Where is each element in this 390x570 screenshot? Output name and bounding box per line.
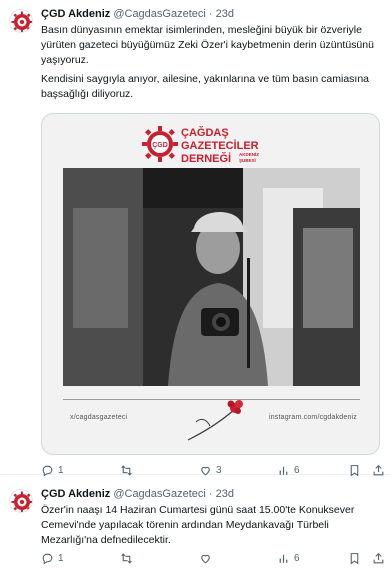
like-button[interactable]: 3 xyxy=(199,463,222,477)
media-footer-x: x/cagdasgazeteci xyxy=(70,414,128,421)
reply-button[interactable]: 1 xyxy=(41,463,64,477)
like-icon xyxy=(201,554,210,563)
tweet-header: ÇGD Akdeniz @CagdasGazeteci · 23d xyxy=(41,488,234,500)
retweet-button[interactable] xyxy=(120,551,137,565)
bookmark-button[interactable] xyxy=(348,551,361,565)
tweet[interactable]: ÇGD Akdeniz @CagdasGazeteci · 23d Özer'i… xyxy=(0,485,390,570)
logo-text-line3: DERNEĞİ xyxy=(181,152,231,165)
media-footer-instagram: instagram.com/cgdakdeniz xyxy=(268,414,357,421)
logo-text-line1: ÇAĞDAŞ xyxy=(181,126,229,139)
separator: · xyxy=(208,8,213,20)
display-name[interactable]: ÇGD Akdeniz xyxy=(41,8,110,20)
retweet-button[interactable] xyxy=(120,463,137,477)
tweet[interactable]: ÇGD Akdeniz @CagdasGazeteci · 23d Basın … xyxy=(0,0,390,477)
tweet-text: Kendisini saygıyla anıyor, ailesine, yak… xyxy=(41,73,370,100)
timestamp[interactable]: 23d xyxy=(216,8,234,20)
bookmark-icon xyxy=(350,552,359,564)
views-count: 6 xyxy=(294,552,300,564)
separator: · xyxy=(208,488,213,500)
views-count: 6 xyxy=(294,464,300,476)
memorial-photo xyxy=(63,168,360,386)
handle[interactable]: @CagdasGazeteci xyxy=(113,8,206,20)
retweet-icon xyxy=(121,464,132,476)
share-button[interactable] xyxy=(372,551,385,565)
bookmark-button[interactable] xyxy=(348,463,361,477)
bookmark-icon xyxy=(350,464,359,476)
views-button[interactable]: 6 xyxy=(277,463,300,477)
avatar[interactable] xyxy=(9,489,33,513)
media-image[interactable]: ÇGD ÇAĞDAŞ GAZETECİLER DERNEĞİ AKDENİZ Ş… xyxy=(41,113,380,455)
tweet-text: Basın dünyasının emektar isimlerinden, m… xyxy=(41,24,374,66)
timestamp[interactable]: 23d xyxy=(216,488,234,500)
logo-branch-line2: ŞUBESİ xyxy=(239,157,256,163)
reply-button[interactable]: 1 xyxy=(41,551,64,565)
cgd-logo: ÇGD ÇAĞDAŞ GAZETECİLER DERNEĞİ AKDENİZ Ş… xyxy=(142,126,259,165)
tweet-text: Özer'in naaşı 14 Haziran Cumartesi günü … xyxy=(41,504,355,546)
reply-icon xyxy=(42,465,53,476)
share-button[interactable] xyxy=(372,463,385,477)
avatar[interactable] xyxy=(9,9,33,33)
tweet-header: ÇGD Akdeniz @CagdasGazeteci · 23d xyxy=(41,8,234,20)
views-button[interactable]: 6 xyxy=(277,551,300,565)
carnation-icon xyxy=(187,400,243,441)
share-icon xyxy=(373,552,384,563)
retweet-icon xyxy=(121,552,132,564)
action-bar: 1 6 xyxy=(41,551,386,565)
share-icon xyxy=(373,464,384,475)
views-icon xyxy=(279,554,288,563)
views-icon xyxy=(279,466,288,475)
like-icon xyxy=(201,466,210,475)
reply-count: 1 xyxy=(58,552,64,564)
logo-seal-text: ÇGD xyxy=(152,142,168,149)
handle[interactable]: @CagdasGazeteci xyxy=(113,488,206,500)
like-button[interactable] xyxy=(199,551,216,565)
logo-text-line2: GAZETECİLER xyxy=(181,139,259,152)
display-name[interactable]: ÇGD Akdeniz xyxy=(41,488,110,500)
action-bar: 1 3 6 xyxy=(41,463,386,477)
logo-branch-line1: AKDENİZ xyxy=(239,151,259,157)
like-count: 3 xyxy=(216,464,222,476)
reply-icon xyxy=(42,553,53,564)
reply-count: 1 xyxy=(58,464,64,476)
